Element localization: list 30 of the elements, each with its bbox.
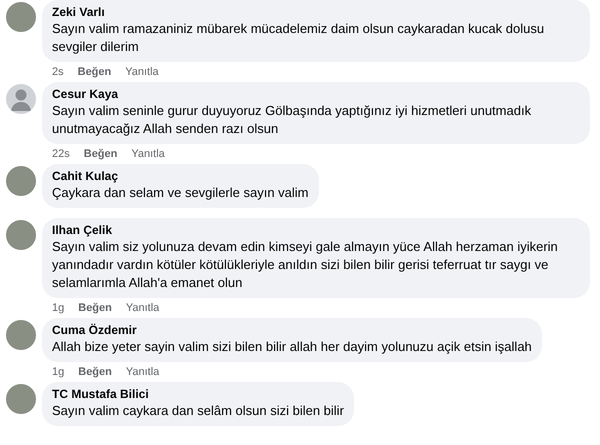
avatar-photo <box>6 2 36 32</box>
comment-text: Sayın valim siz yolunuza devam edin kimseyi gale almayın yüce Allah herzaman iyikerin yanındadır vardın kötüler kötülükleriyle anıldın sizi bilen bilir gerisi teferruat tır saygı ve selamlarımla Allah'a emanet olun <box>52 238 559 292</box>
comment-time: 22s <box>52 147 70 161</box>
like-link[interactable]: Beğen <box>84 147 118 161</box>
comment-text: Sayın valim ramazaniniz mübarek mücadelemiz daim olsun caykaradan kucak dolusu sevgiler dilerim <box>52 20 546 56</box>
like-link[interactable]: Beğen <box>78 365 112 379</box>
comment-time: 1g <box>52 365 64 379</box>
like-link[interactable]: Beğen <box>78 65 112 79</box>
author-name: TC Mustafa Bilici <box>52 386 150 402</box>
comment-text: Çaykara dan selam ve sevgilerle sayın valim <box>52 184 308 202</box>
comment-text: Sayın valim seninle gurur duyuyoruz Gölbaşında yaptığınız iyi hizmetleri unutmadık unutmayacağız Allah senden razı olsun <box>52 102 532 138</box>
author-name: Ilhan Çelik <box>52 222 114 238</box>
reply-link[interactable]: Yanıtla <box>125 65 159 79</box>
reply-link[interactable]: Yanıtla <box>126 365 160 379</box>
avatar-photo <box>6 166 36 196</box>
like-link[interactable]: Beğen <box>78 301 112 315</box>
author-name: Cuma Özdemir <box>52 322 138 338</box>
avatar-silhouette <box>6 84 36 114</box>
author-name: Cahit Kulaç <box>52 168 120 184</box>
author-name: Zeki Varlı <box>52 4 106 20</box>
author-name: Cesur Kaya <box>52 86 120 102</box>
reply-link[interactable]: Yanıtla <box>126 301 160 315</box>
reply-link[interactable]: Yanıtla <box>131 147 165 161</box>
avatar-photo <box>6 220 36 250</box>
comment-text: Sayın valim caykara dan selâm olsun sizi bilen bilir <box>52 402 344 420</box>
comment-time: 1g <box>52 301 64 315</box>
comment-text: Allah bize yeter sayin valim sizi bilen bilir allah her dayim yolunuzu açik etsin işallah <box>52 338 532 356</box>
avatar-photo <box>6 320 36 350</box>
comment-time: 2s <box>52 65 64 79</box>
avatar-photo <box>6 384 36 414</box>
